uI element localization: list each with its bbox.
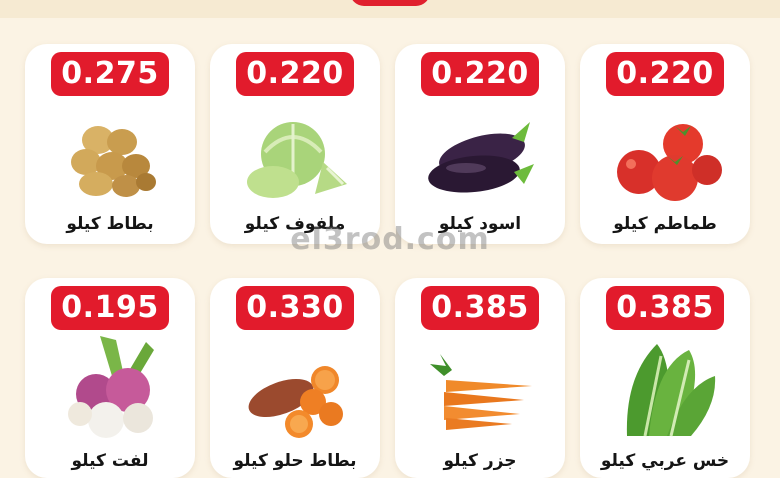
- product-label: خس عربي كيلو: [600, 451, 730, 471]
- product-card-cabbage[interactable]: 0.220 ملفوف كيلو: [210, 44, 380, 244]
- price-badge: 0.220: [236, 52, 354, 96]
- price-badge: 0.330: [236, 286, 354, 330]
- price-badge: 0.385: [421, 286, 539, 330]
- price-badge: 0.195: [51, 286, 169, 330]
- sweet-potato-icon: [248, 366, 343, 438]
- product-card-lettuce[interactable]: 0.385 خس عربي كيلو: [580, 278, 750, 478]
- eggplant-icon: [428, 122, 534, 193]
- top-banner: [0, 0, 780, 18]
- product-card-carrot[interactable]: 0.385 جزر كيلو: [395, 278, 565, 478]
- price-badge: 0.275: [51, 52, 169, 96]
- price-badge: 0.220: [421, 52, 539, 96]
- product-label: لفت كيلو: [71, 451, 149, 471]
- product-label: جزر كيلو: [443, 451, 517, 471]
- watermark: el3rod.com: [290, 222, 490, 257]
- lettuce-icon: [626, 344, 716, 437]
- tomato-icon: [617, 124, 722, 201]
- price-badge: 0.385: [606, 286, 724, 330]
- product-card-eggplant[interactable]: 0.220 اسود كيلو: [395, 44, 565, 244]
- top-red-tab: [350, 0, 430, 6]
- product-card-sweet-potato[interactable]: 0.330 بطاط حلو كيلو: [210, 278, 380, 478]
- turnip-icon: [68, 336, 154, 438]
- product-card-turnip[interactable]: 0.195 لفت كيلو: [25, 278, 195, 478]
- product-card-tomato[interactable]: 0.220 طماطم كيلو: [580, 44, 750, 244]
- product-label: بطاط حلو كيلو: [233, 451, 357, 471]
- potato-icon: [71, 126, 156, 197]
- carrot-icon: [430, 354, 532, 430]
- cabbage-icon: [247, 122, 347, 198]
- price-badge: 0.220: [606, 52, 724, 96]
- product-card-potato[interactable]: 0.275 بطاط كيلو: [25, 44, 195, 244]
